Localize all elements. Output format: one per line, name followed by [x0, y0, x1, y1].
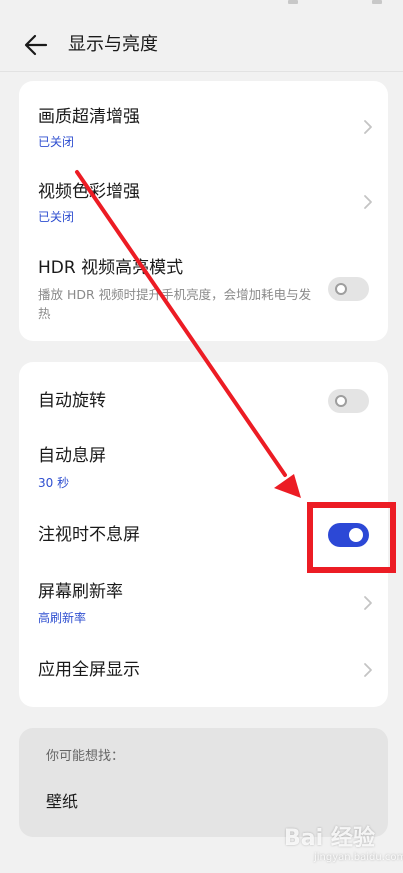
setting-title: 屏幕刷新率: [38, 582, 123, 602]
chevron-right-icon: [364, 120, 372, 134]
setting-row-hdr: HDR 视频高亮模式 播放 HDR 视频时提升手机亮度，会增加耗电与发热: [19, 231, 388, 341]
setting-status: 30 秒: [38, 476, 70, 490]
auto-rotate-toggle[interactable]: [328, 389, 369, 413]
setting-title: 自动旋转: [38, 391, 106, 411]
baidu-watermark: Bai 经验 jingyan.baidu.com: [284, 818, 403, 868]
setting-row-auto-rotate: 自动旋转: [19, 362, 388, 437]
watermark-url: jingyan.baidu.com: [314, 852, 403, 863]
toggle-knob: [335, 283, 347, 295]
annotation-highlight-box: [307, 502, 396, 573]
setting-title: 画质超清增强: [38, 107, 140, 127]
hdr-toggle[interactable]: [328, 277, 369, 301]
setting-row-refresh-rate[interactable]: 屏幕刷新率 高刷新率: [19, 572, 388, 632]
page-title: 显示与亮度: [68, 34, 158, 55]
setting-title: 应用全屏显示: [38, 660, 140, 680]
setting-status: 已关闭: [38, 210, 75, 224]
setting-description: 播放 HDR 视频时提升手机亮度，会增加耗电与发热: [38, 287, 312, 321]
chevron-right-icon: [364, 596, 372, 610]
suggestions-label: 你可能想找：: [46, 749, 125, 764]
setting-row-fullscreen-apps[interactable]: 应用全屏显示: [19, 637, 388, 707]
setting-title: 注视时不息屏: [38, 525, 140, 545]
status-bar: [0, 0, 403, 12]
setting-row-picture-enhance[interactable]: 画质超清增强 已关闭: [19, 81, 388, 156]
toggle-knob: [335, 395, 347, 407]
enhancement-card: 画质超清增强 已关闭 视频色彩增强 已关闭 HDR 视频高亮模式 播放 HDR …: [19, 81, 388, 341]
battery-icon: [372, 0, 382, 4]
setting-status: 高刷新率: [38, 611, 87, 625]
chevron-right-icon: [364, 195, 372, 209]
setting-status: 已关闭: [38, 135, 75, 149]
suggestion-wallpaper[interactable]: 壁纸: [46, 791, 78, 813]
arrow-left-icon[interactable]: [24, 34, 48, 56]
header: 显示与亮度: [0, 20, 403, 70]
setting-title: 视频色彩增强: [38, 182, 140, 202]
watermark-logo-text: Bai 经验: [284, 826, 375, 851]
setting-title: 自动息屏: [38, 446, 106, 466]
header-divider: [0, 71, 403, 72]
setting-row-video-color[interactable]: 视频色彩增强 已关闭: [19, 156, 388, 231]
signal-icon: [288, 0, 298, 4]
chevron-right-icon: [364, 663, 372, 677]
setting-row-screen-timeout[interactable]: 自动息屏 30 秒: [19, 437, 388, 512]
setting-title: HDR 视频高亮模式: [38, 258, 184, 278]
